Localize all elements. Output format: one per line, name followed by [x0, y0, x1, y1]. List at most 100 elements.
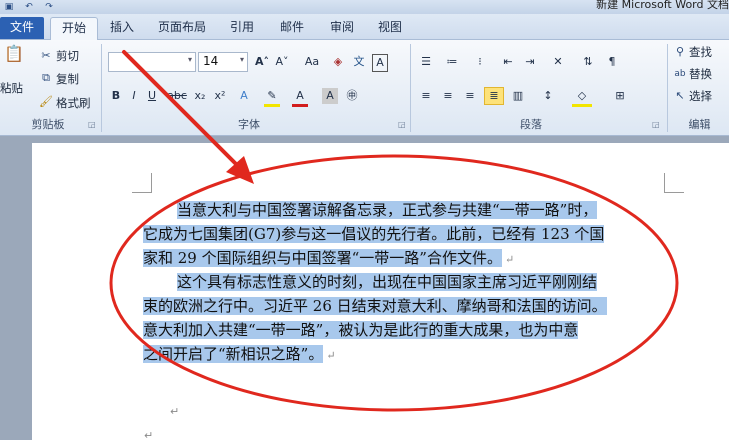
- subscript-icon[interactable]: x₂: [192, 88, 208, 104]
- tab-insert[interactable]: 插入: [104, 17, 140, 39]
- clipboard-launcher-icon[interactable]: ◲: [88, 120, 96, 129]
- shading-icon[interactable]: ◇: [572, 88, 592, 107]
- find-button[interactable]: 查找: [689, 44, 712, 60]
- group-divider: [667, 44, 668, 132]
- clear-format-icon[interactable]: ◈: [330, 54, 346, 70]
- sort-icon[interactable]: ⇅: [580, 54, 596, 70]
- title-bar: ▣ ↶ ↷ 新建 Microsoft Word 文档: [0, 0, 729, 14]
- word-window: ▣ ↶ ↷ 新建 Microsoft Word 文档 文件 开始 插入 页面布局…: [0, 0, 729, 440]
- bold-icon[interactable]: B: [110, 88, 122, 104]
- text-line-content: 意大利加入共建“一带一路”，被认为是此行的重大成果，也为中意: [143, 321, 579, 339]
- tab-home[interactable]: 开始: [50, 17, 98, 41]
- italic-icon[interactable]: I: [128, 88, 140, 104]
- clipboard-group-label: 剪贴板: [31, 118, 65, 131]
- format-painter-button[interactable]: 格式刷: [56, 95, 91, 111]
- font-group-label: 字体: [238, 118, 260, 131]
- font-color-icon[interactable]: A: [292, 88, 308, 107]
- char-shading-icon[interactable]: A: [322, 88, 338, 104]
- text-line-content: 束的欧洲之行中。习近平 26 日结束对意大利、摩纳哥和法国的访问。: [143, 297, 607, 315]
- text-line: 它成为七国集团(G7)参与这一倡议的先行者。此前，已经有 123 个国: [143, 222, 663, 246]
- text-line-content: 这个具有标志性意义的时刻，出现在中国国家主席习近平刚刚结: [177, 273, 598, 291]
- chevron-down-icon: ▾: [187, 55, 192, 64]
- cursor-arrow-icon[interactable]: ↖: [672, 88, 688, 104]
- chinese-layout-icon[interactable]: ✕: [550, 54, 566, 70]
- text-line-content: 它成为七国集团(G7)参与这一倡议的先行者。此前，已经有 123 个国: [143, 225, 605, 243]
- underline-icon[interactable]: U: [146, 88, 158, 104]
- line-spacing-icon[interactable]: ↕: [540, 88, 556, 104]
- save-icon[interactable]: ▣: [2, 2, 16, 13]
- window-title: 新建 Microsoft Word 文档: [596, 0, 729, 11]
- paragraph-launcher-icon[interactable]: ◲: [652, 120, 660, 129]
- shrink-font-icon[interactable]: A˅: [274, 54, 290, 70]
- tab-file[interactable]: 文件: [0, 17, 44, 39]
- editing-group-label: 编辑: [688, 118, 711, 131]
- distributed-icon[interactable]: ▥: [510, 88, 526, 104]
- paragraph-mark: ↵: [326, 349, 336, 362]
- tab-view[interactable]: 视图: [372, 17, 408, 39]
- text-line: 家和 29 个国际组织与中国签署“一带一路”合作文件。 ↵: [143, 246, 663, 270]
- undo-icon[interactable]: ↶: [22, 2, 36, 13]
- superscript-icon[interactable]: x²: [212, 88, 228, 104]
- enclose-char-icon[interactable]: ㊥: [344, 88, 360, 104]
- margin-corner-mark: [664, 173, 684, 193]
- align-right-icon[interactable]: ≡: [462, 88, 478, 104]
- paragraph-mark: ↵: [170, 405, 180, 418]
- group-divider: [101, 44, 102, 132]
- increase-indent-icon[interactable]: ⇥: [522, 54, 538, 70]
- text-line-content: 之间开启了“新相识之路”。: [143, 345, 324, 363]
- font-launcher-icon[interactable]: ◲: [398, 120, 406, 129]
- redo-icon[interactable]: ↷: [42, 2, 56, 13]
- bullets-icon[interactable]: ☰: [418, 54, 434, 70]
- char-border-icon[interactable]: A: [372, 54, 388, 72]
- paragraph-mark: ↵: [144, 429, 154, 440]
- phonetic-guide-icon[interactable]: 文: [350, 54, 368, 70]
- font-size-value: 14: [203, 54, 219, 68]
- change-case-icon[interactable]: Aa: [300, 54, 324, 70]
- tab-mailings[interactable]: 邮件: [274, 17, 310, 39]
- quick-access-toolbar: ▣ ↶ ↷: [2, 0, 56, 14]
- replace-button[interactable]: 替换: [689, 66, 712, 82]
- tab-references[interactable]: 引用: [224, 17, 260, 39]
- align-left-icon[interactable]: ≡: [418, 88, 434, 104]
- format-painter-icon[interactable]: 🖌: [38, 94, 54, 110]
- text-line: 当意大利与中国签署谅解备忘录，正式参与共建“一带一路”时，: [143, 198, 663, 222]
- paste-button[interactable]: 粘贴: [0, 80, 23, 96]
- margin-corner-mark: [132, 173, 152, 193]
- text-line: 意大利加入共建“一带一路”，被认为是此行的重大成果，也为中意: [143, 318, 663, 342]
- tab-review[interactable]: 审阅: [324, 17, 360, 39]
- multilevel-list-icon[interactable]: ⁝: [472, 54, 488, 70]
- selected-text-block[interactable]: 当意大利与中国签署谅解备忘录，正式参与共建“一带一路”时， 它成为七国集团(G7…: [143, 198, 663, 366]
- replace-icon[interactable]: ab: [672, 66, 688, 82]
- paragraph-group-label: 段落: [520, 118, 542, 131]
- copy-button[interactable]: 复制: [56, 71, 79, 87]
- show-marks-icon[interactable]: ¶: [604, 54, 620, 70]
- scissors-icon[interactable]: ✂: [38, 48, 54, 64]
- tab-page-layout[interactable]: 页面布局: [152, 17, 212, 39]
- text-effects-icon[interactable]: A: [236, 88, 252, 104]
- paste-icon[interactable]: 📋: [4, 46, 24, 68]
- ribbon: 📋 粘贴 ✂ 剪切 ⧉ 复制 🖌 格式刷 剪贴板 ◲ ▾ 14 ▾ A˄ A˅ …: [0, 40, 729, 136]
- text-line-content: 当意大利与中国签署谅解备忘录，正式参与共建“一带一路”时，: [177, 201, 598, 219]
- grow-font-icon[interactable]: A˄: [254, 54, 270, 70]
- cut-button[interactable]: 剪切: [56, 48, 79, 64]
- strikethrough-icon[interactable]: abc: [166, 88, 188, 104]
- copy-icon[interactable]: ⧉: [38, 70, 54, 86]
- text-line: 这个具有标志性意义的时刻，出现在中国国家主席习近平刚刚结: [143, 270, 663, 294]
- text-line: 束的欧洲之行中。习近平 26 日结束对意大利、摩纳哥和法国的访问。: [143, 294, 663, 318]
- numbering-icon[interactable]: ≔: [444, 54, 460, 70]
- align-center-icon[interactable]: ≡: [440, 88, 456, 104]
- decrease-indent-icon[interactable]: ⇤: [500, 54, 516, 70]
- paragraph-mark: ↵: [504, 253, 515, 266]
- font-size-combo[interactable]: 14 ▾: [198, 52, 248, 72]
- select-button[interactable]: 选择: [689, 88, 712, 104]
- group-divider: [410, 44, 411, 132]
- binoculars-icon[interactable]: ⚲: [672, 44, 688, 60]
- justify-icon[interactable]: ≣: [484, 87, 504, 105]
- text-line: 之间开启了“新相识之路”。 ↵: [143, 342, 663, 366]
- font-name-combo[interactable]: ▾: [108, 52, 196, 72]
- ribbon-tabs: 文件 开始 插入 页面布局 引用 邮件 审阅 视图: [0, 14, 729, 41]
- highlight-icon[interactable]: ✎: [264, 88, 280, 107]
- chevron-down-icon: ▾: [239, 55, 244, 64]
- text-line-content: 家和 29 个国际组织与中国签署“一带一路”合作文件。: [143, 249, 502, 267]
- borders-icon[interactable]: ⊞: [612, 88, 628, 104]
